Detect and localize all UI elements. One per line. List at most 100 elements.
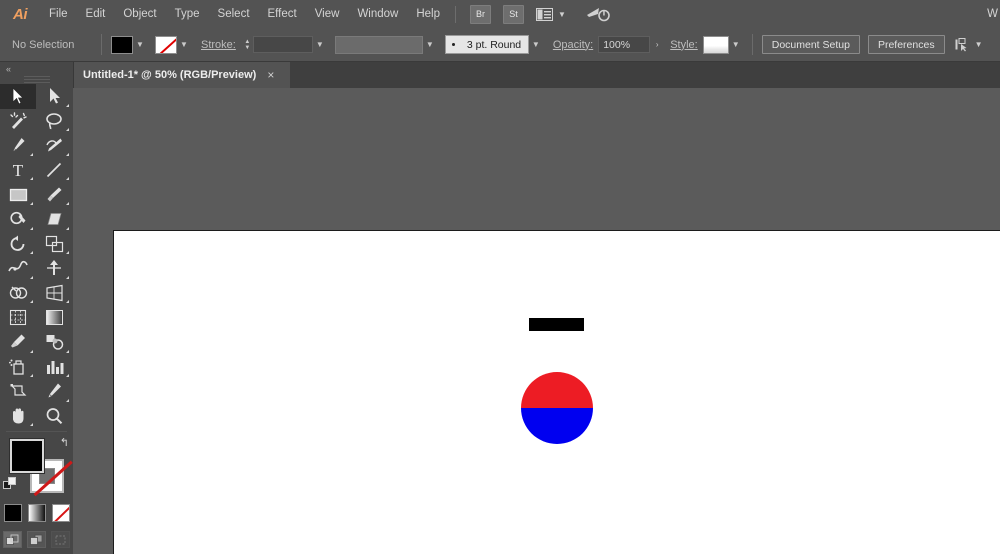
fill-color-swatch[interactable] [111, 35, 133, 54]
tool-flyout-indicator [66, 251, 69, 255]
bridge-icon[interactable]: Br [470, 4, 491, 24]
menu-effect[interactable]: Effect [259, 0, 306, 28]
tool-flyout-indicator [66, 349, 69, 353]
stock-icon[interactable]: St [503, 4, 524, 24]
tool-flyout-indicator [66, 275, 69, 279]
style-chevron-down-icon[interactable]: ▼ [729, 36, 743, 54]
circle-bottom-half [521, 408, 593, 444]
tool-width[interactable] [0, 256, 36, 281]
tool-direct-selection[interactable] [36, 84, 72, 109]
tool-slice[interactable] [36, 379, 72, 404]
tool-gradient[interactable] [36, 305, 72, 330]
menu-type[interactable]: Type [166, 0, 209, 28]
align-chevron-down-icon[interactable]: ▼ [975, 40, 983, 49]
stroke-weight-input[interactable] [252, 36, 313, 53]
svg-text:T: T [13, 161, 24, 179]
draw-behind-button[interactable] [27, 531, 46, 549]
brush-dot-icon [451, 43, 455, 46]
draw-normal-button[interactable] [3, 531, 22, 549]
tools-panel-grip[interactable] [23, 76, 50, 84]
tool-flyout-indicator [30, 177, 33, 181]
none-button[interactable] [51, 504, 70, 523]
fill-color-control[interactable] [10, 439, 44, 474]
stroke-weight-chevron-down-icon[interactable]: ▼ [313, 36, 327, 54]
style-label[interactable]: Style: [670, 39, 698, 51]
workspace-switcher-icon[interactable]: ▼ [536, 7, 566, 21]
menu-bar: Ai File Edit Object Type Select Effect V… [0, 0, 1000, 29]
tool-shaper[interactable] [0, 207, 36, 232]
menu-file[interactable]: File [40, 0, 77, 28]
opacity-expand-icon[interactable]: › [650, 36, 664, 54]
tool-line-segment[interactable] [36, 158, 72, 183]
opacity-label[interactable]: Opacity: [553, 39, 593, 51]
menu-object[interactable]: Object [114, 0, 165, 28]
color-button[interactable] [3, 504, 22, 523]
preferences-button[interactable]: Preferences [867, 35, 945, 54]
tool-flyout-indicator [66, 128, 69, 132]
tool-eraser[interactable] [36, 207, 72, 232]
tool-zoom[interactable] [36, 404, 72, 429]
canvas-area[interactable] [73, 88, 1000, 554]
stroke-color-swatch[interactable] [155, 35, 177, 54]
tool-rotate[interactable] [0, 232, 36, 257]
graphic-style-swatch[interactable] [702, 35, 729, 54]
tool-shape-builder[interactable] [0, 281, 36, 306]
close-icon[interactable]: × [267, 69, 274, 81]
swap-fill-stroke-icon[interactable]: ↰ [60, 436, 69, 449]
collapse-panel-icon[interactable]: « [6, 64, 11, 74]
align-to-pixel-grid-control[interactable]: ▼ [955, 37, 983, 52]
tool-free-transform[interactable] [36, 256, 72, 281]
document-setup-button[interactable]: Document Setup [761, 35, 860, 54]
opacity-input[interactable]: 100% [598, 36, 651, 53]
menu-window[interactable]: Window [348, 0, 407, 28]
tool-flyout-indicator [30, 349, 33, 353]
chevron-down-icon: ▼ [558, 9, 566, 19]
stroke-weight-stepper[interactable]: ▲ ▼ [242, 36, 253, 54]
tool-flyout-indicator [66, 226, 69, 230]
tool-pen[interactable] [0, 133, 36, 158]
draw-inside-button[interactable] [51, 531, 70, 549]
tool-magic-wand[interactable] [0, 109, 36, 134]
variable-width-chevron-down-icon[interactable]: ▼ [423, 36, 437, 54]
tool-curvature[interactable] [36, 133, 72, 158]
tool-type[interactable]: T [0, 158, 36, 183]
tool-artboard[interactable] [0, 379, 36, 404]
tool-hand[interactable] [0, 404, 36, 429]
tool-perspective-grid[interactable] [36, 281, 72, 306]
menu-bar-tools: Br St ▼ [470, 4, 610, 24]
artboard[interactable] [113, 230, 1000, 554]
tool-scale[interactable] [36, 232, 72, 257]
red-blue-circle[interactable] [521, 372, 593, 444]
black-rectangle[interactable] [529, 318, 584, 331]
menu-help[interactable]: Help [407, 0, 449, 28]
gradient-button[interactable] [27, 504, 46, 523]
tool-paintbrush[interactable] [36, 182, 72, 207]
default-fill-stroke-icon[interactable] [3, 477, 17, 496]
tool-column-graph[interactable] [36, 355, 72, 380]
stroke-chevron-down-icon[interactable]: ▼ [177, 36, 191, 54]
tool-rectangle[interactable] [0, 182, 36, 207]
tool-flyout-indicator [66, 300, 69, 304]
tool-flyout-indicator [30, 251, 33, 255]
tool-blend[interactable] [36, 330, 72, 355]
stroke-weight-label[interactable]: Stroke: [201, 39, 236, 51]
tool-mesh[interactable] [0, 305, 36, 330]
brush-definition-selector[interactable]: 3 pt. Round [444, 35, 529, 54]
tools-panel-collapse[interactable]: « [0, 62, 73, 76]
tool-flyout-indicator [30, 374, 33, 378]
adobe-cc-search-icon[interactable] [586, 6, 610, 22]
variable-width-profile-input[interactable] [334, 35, 423, 54]
tool-selection[interactable] [0, 84, 36, 109]
tool-flyout-indicator [30, 152, 33, 156]
brush-chevron-down-icon[interactable]: ▼ [529, 36, 543, 54]
fill-chevron-down-icon[interactable]: ▼ [133, 36, 147, 54]
tool-eyedropper[interactable] [0, 330, 36, 355]
menu-select[interactable]: Select [209, 0, 259, 28]
tool-flyout-indicator [66, 374, 69, 378]
document-tab[interactable]: Untitled-1* @ 50% (RGB/Preview) × [73, 62, 290, 88]
control-divider [101, 34, 102, 55]
menu-edit[interactable]: Edit [77, 0, 115, 28]
menu-view[interactable]: View [306, 0, 349, 28]
tool-symbol-sprayer[interactable] [0, 355, 36, 380]
tool-lasso[interactable] [36, 109, 72, 134]
